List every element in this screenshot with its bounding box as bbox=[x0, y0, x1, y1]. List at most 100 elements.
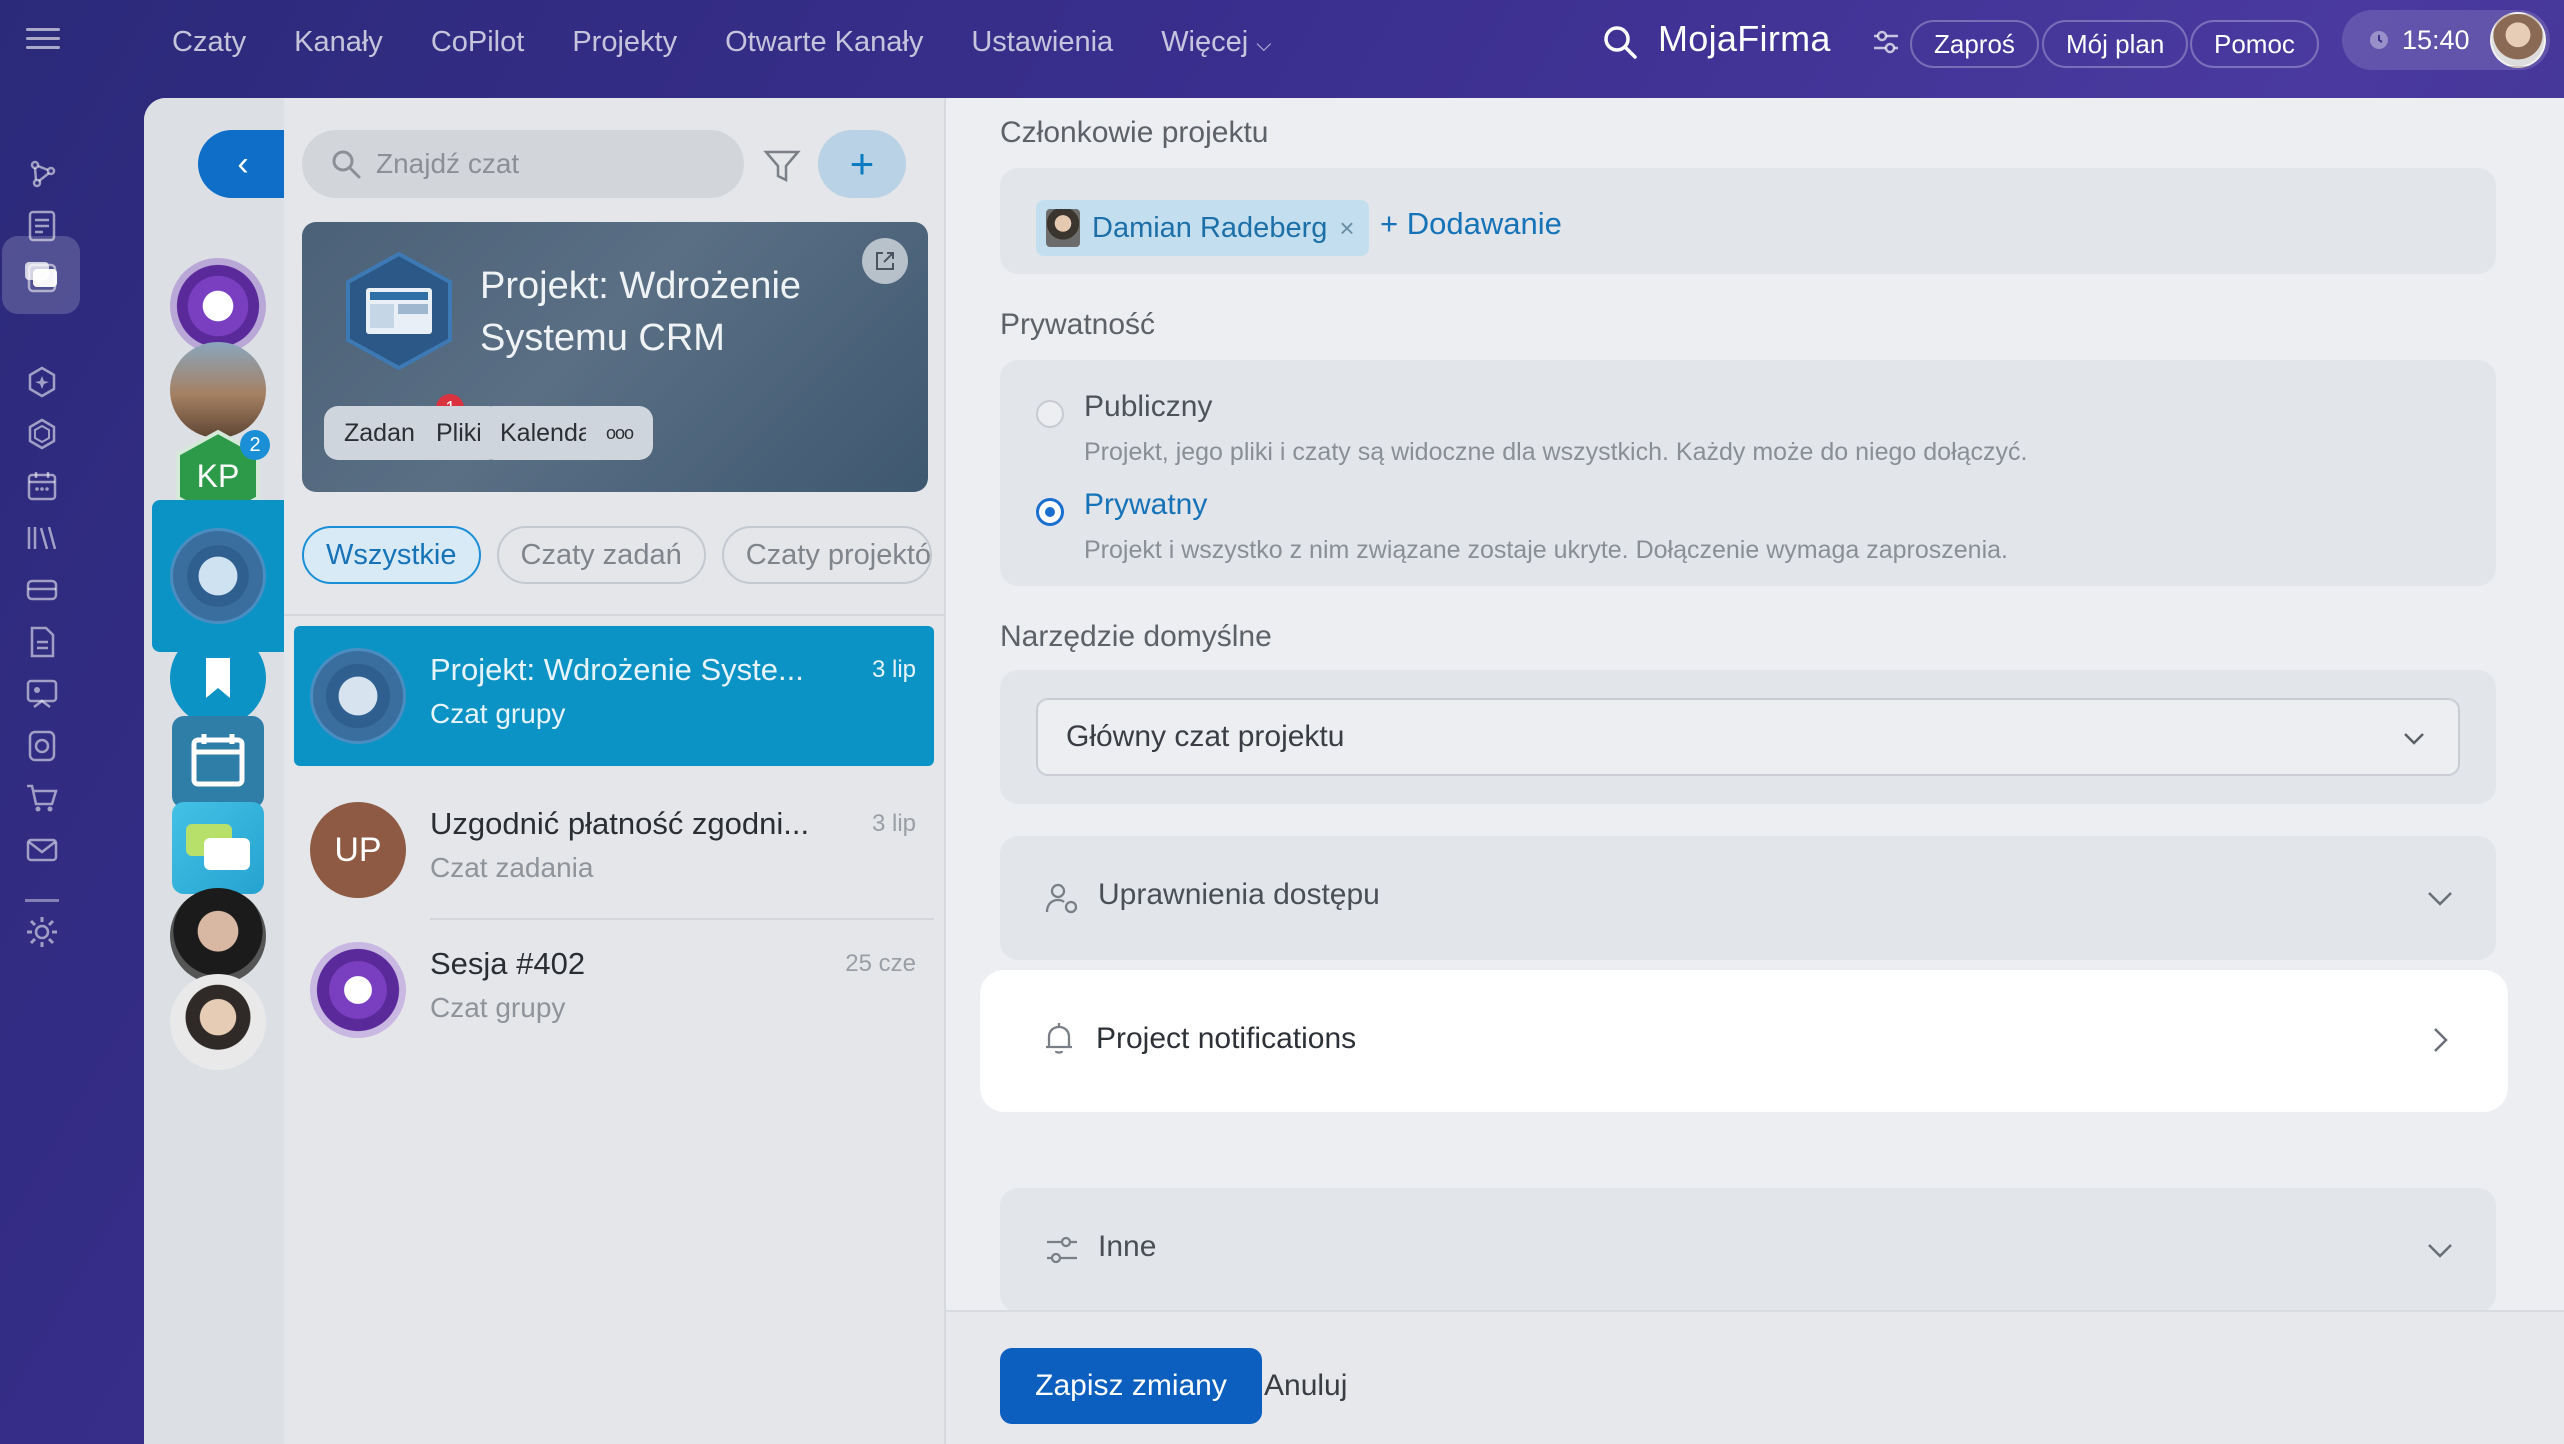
chevron-down-icon bbox=[2404, 733, 2424, 745]
add-member-link[interactable]: + Dodawanie bbox=[1380, 206, 1562, 242]
privacy-block: Publiczny Projekt, jego pliki i czaty są… bbox=[1000, 360, 2496, 586]
members-block: Damian Radeberg × + Dodawanie bbox=[1000, 168, 2496, 274]
nav-item-more[interactable]: Więcej ⌵ bbox=[1161, 26, 1271, 59]
shop-cart-icon[interactable] bbox=[20, 776, 64, 820]
menu-icon[interactable] bbox=[26, 22, 60, 56]
chat-item-project[interactable]: Projekt: Wdrożenie Syste... Czat grupy 3… bbox=[294, 626, 934, 766]
nav-item-open-channels[interactable]: Otwarte Kanały bbox=[725, 26, 923, 59]
private-label: Prywatny bbox=[1084, 488, 1208, 521]
recent-avatar-calendar[interactable] bbox=[172, 716, 264, 808]
chat-type: Czat zadania bbox=[430, 852, 594, 883]
more-chip[interactable]: ooo bbox=[586, 406, 654, 460]
my-plan-button[interactable]: Mój plan bbox=[2042, 20, 2189, 68]
top-bar: Czaty Kanały CoPilot Projekty Otwarte Ka… bbox=[0, 0, 2564, 84]
public-description: Projekt, jego pliki i czaty są widoczne … bbox=[1084, 438, 2028, 466]
member-avatar bbox=[1046, 209, 1080, 247]
default-tool-title: Narzędzie domyślne bbox=[1000, 620, 1272, 653]
chat-date: 3 lip bbox=[871, 656, 916, 683]
gear-icon[interactable] bbox=[20, 910, 64, 954]
company-name[interactable]: MojaFirma bbox=[1658, 18, 1831, 60]
messenger-icon[interactable] bbox=[2, 236, 80, 314]
calendar-app-icon bbox=[191, 734, 245, 787]
save-button[interactable]: Zapisz zmiany bbox=[1000, 1348, 1262, 1424]
nav-item-settings[interactable]: Ustawienia bbox=[971, 26, 1113, 59]
other-row[interactable]: Inne bbox=[1000, 1188, 2496, 1312]
chat-name: Projekt: Wdrożenie Syste... bbox=[430, 652, 804, 687]
search-icon bbox=[332, 150, 361, 179]
default-tool-value: Główny czat projektu bbox=[1066, 720, 1345, 753]
chat-date: 25 cze bbox=[845, 950, 916, 977]
chat-type: Czat grupy bbox=[430, 992, 566, 1023]
search-icon[interactable] bbox=[1600, 22, 1640, 62]
chat-search-input[interactable]: Znajdź czat bbox=[302, 130, 744, 198]
presentation-icon[interactable] bbox=[20, 672, 64, 716]
project-title: Projekt: Wdrożenie Systemu CRM bbox=[480, 265, 802, 359]
documents-icon[interactable] bbox=[20, 620, 64, 664]
calendar-icon[interactable] bbox=[20, 464, 64, 508]
chat-name: Uzgodnić płatność zgodni... bbox=[430, 806, 810, 841]
chevron-down-icon bbox=[2428, 892, 2452, 906]
clock-icon bbox=[2370, 31, 2388, 49]
recent-avatar-project[interactable] bbox=[170, 528, 266, 624]
external-link-icon bbox=[876, 252, 894, 270]
back-button[interactable]: ‹ bbox=[198, 130, 288, 198]
drive-icon[interactable] bbox=[20, 724, 64, 768]
chat-type: Czat grupy bbox=[430, 698, 566, 729]
recent-avatar-group[interactable] bbox=[170, 974, 266, 1070]
chevron-right-icon bbox=[2434, 1028, 2448, 1052]
mail-icon[interactable] bbox=[20, 828, 64, 872]
nav-item-chats[interactable]: Czaty bbox=[172, 26, 246, 59]
remove-member-icon[interactable]: × bbox=[1339, 213, 1354, 244]
clock-time: 15:40 bbox=[2402, 24, 2470, 55]
user-avatar[interactable] bbox=[2490, 12, 2546, 68]
default-tool-block: Główny czat projektu bbox=[1000, 670, 2496, 804]
recent-avatar-bookmark[interactable] bbox=[170, 630, 266, 726]
recent-avatar-person[interactable] bbox=[170, 888, 266, 984]
recent-avatar-sesja[interactable] bbox=[170, 258, 266, 354]
filter-all[interactable]: Wszystkie bbox=[302, 526, 481, 584]
activity-icon[interactable] bbox=[20, 152, 64, 196]
plus-icon: + bbox=[849, 140, 875, 187]
recent-chats-column: ‹ KP 2 bbox=[144, 98, 288, 1444]
nav-item-channels[interactable]: Kanały bbox=[294, 26, 383, 59]
nav-item-copilot[interactable]: CoPilot bbox=[431, 26, 525, 59]
project-notifications-label: Project notifications bbox=[1096, 1022, 1357, 1055]
copilot-icon[interactable] bbox=[20, 360, 64, 404]
privacy-title: Prywatność bbox=[1000, 308, 1156, 341]
knowledge-base-icon[interactable] bbox=[20, 516, 64, 560]
hexagon-icon[interactable] bbox=[20, 412, 64, 456]
recent-avatar-chat-app[interactable] bbox=[172, 802, 264, 894]
member-tag[interactable]: Damian Radeberg × bbox=[1036, 200, 1369, 256]
chat-list-column: Znajdź czat + Projekt: Wdrożenie Systemu… bbox=[284, 98, 944, 1444]
filter-icon[interactable] bbox=[762, 146, 802, 186]
kp-unread-badge: 2 bbox=[240, 430, 270, 460]
member-name: Damian Radeberg bbox=[1092, 211, 1328, 244]
chat-item-task[interactable]: UP Uzgodnić płatność zgodni... Czat zada… bbox=[294, 780, 934, 920]
recent-avatar-photo[interactable] bbox=[170, 342, 266, 438]
public-radio[interactable] bbox=[1036, 400, 1064, 428]
invite-button[interactable]: Zaproś bbox=[1910, 20, 2039, 68]
default-tool-select[interactable]: Główny czat projektu bbox=[1036, 698, 2460, 776]
chat-avatar-initials: UP bbox=[310, 802, 406, 898]
help-button[interactable]: Pomoc bbox=[2190, 20, 2319, 68]
new-chat-button[interactable]: + bbox=[818, 130, 906, 198]
access-rights-row[interactable]: Uprawnienia dostępu bbox=[1000, 836, 2496, 960]
kp-initials: KP bbox=[196, 458, 240, 494]
save-button-wrapper: Zapisz zmiany bbox=[1000, 1348, 1262, 1424]
crm-icon[interactable] bbox=[20, 568, 64, 612]
project-notifications-row[interactable]: Project notifications bbox=[982, 972, 2506, 1110]
chat-bubbles-icon bbox=[186, 824, 250, 870]
cancel-button[interactable]: Anuluj bbox=[1264, 1348, 1347, 1424]
filter-task-chats[interactable]: Czaty zadań bbox=[496, 526, 706, 584]
nav-item-projects[interactable]: Projekty bbox=[572, 26, 677, 59]
project-settings-pane: Członkowie projektu Damian Radeberg × + … bbox=[944, 98, 2564, 1444]
private-description: Projekt i wszystko z nim związane zostaj… bbox=[1084, 536, 2008, 564]
left-icon-rail bbox=[0, 84, 84, 1444]
private-radio[interactable] bbox=[1036, 498, 1064, 526]
chevron-down-icon: ⌵ bbox=[1256, 33, 1272, 56]
open-external-button[interactable] bbox=[862, 238, 908, 284]
settings-sliders-icon[interactable] bbox=[1870, 26, 1902, 58]
settings-footer: Zapisz zmiany Anuluj bbox=[946, 1310, 2564, 1444]
chat-item-session[interactable]: Sesja #402 Czat grupy 25 cze bbox=[294, 920, 934, 1060]
filter-project-chats[interactable]: Czaty projektó bbox=[721, 526, 932, 584]
